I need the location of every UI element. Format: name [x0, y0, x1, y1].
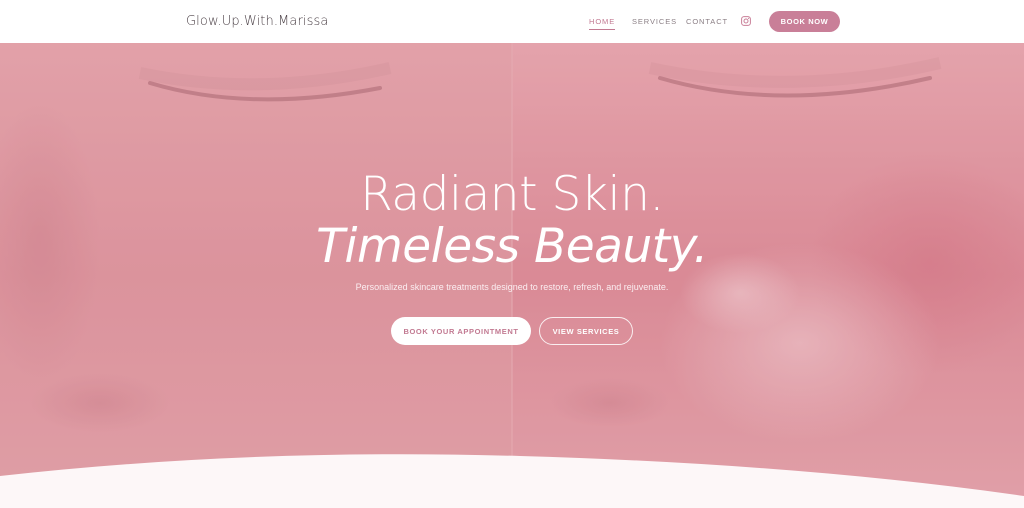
hero-bottom-wave: [0, 454, 1024, 508]
view-services-button[interactable]: VIEW SERVICES: [539, 317, 633, 345]
site-header: Glow.Up.With.Marissa HOME SERVICES CONTA…: [0, 0, 1024, 43]
nav-contact-link[interactable]: CONTACT: [686, 17, 728, 26]
nav-services-link[interactable]: SERVICES: [632, 17, 677, 26]
nav-home-link[interactable]: HOME: [589, 17, 616, 30]
book-appointment-button[interactable]: BOOK YOUR APPOINTMENT: [391, 317, 531, 345]
instagram-icon[interactable]: [741, 16, 751, 26]
hero-headline-line-2: Timeless Beauty.: [316, 219, 708, 274]
hero-headline-line-1: Radiant Skin.: [360, 167, 664, 222]
hero-subtitle: Personalized skincare treatments designe…: [355, 282, 669, 292]
book-now-button[interactable]: BOOK NOW: [769, 11, 840, 32]
site-logo[interactable]: Glow.Up.With.Marissa: [186, 14, 328, 29]
hero-section: Radiant Skin. Timeless Beauty. Personali…: [0, 43, 1024, 508]
hero-overlay: [0, 43, 1024, 508]
